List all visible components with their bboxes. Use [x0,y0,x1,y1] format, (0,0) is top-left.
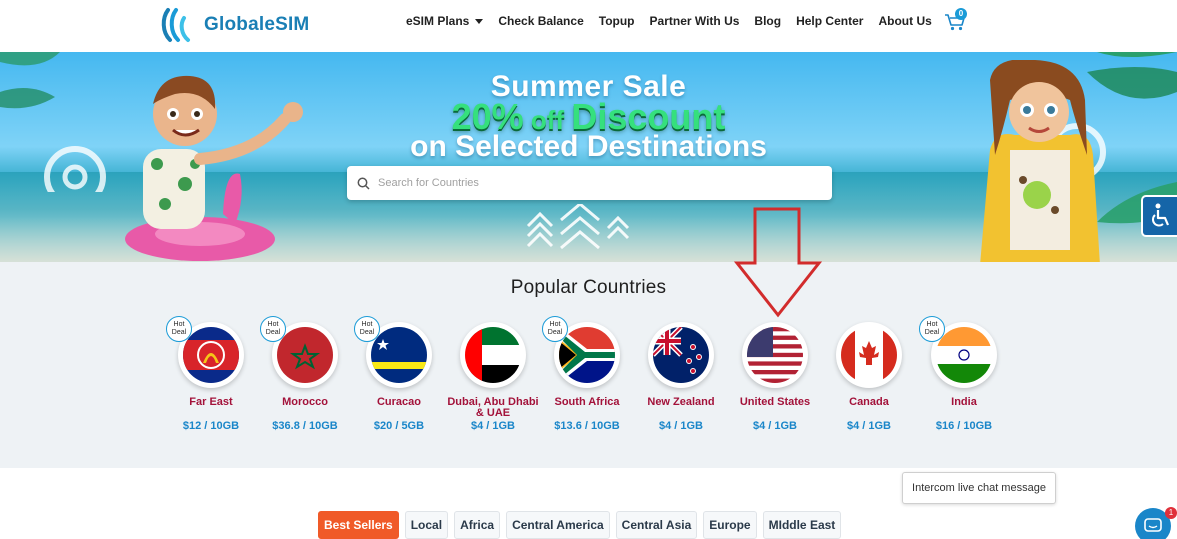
tab-europe[interactable]: Europe [703,511,757,539]
country-name: Canada [849,396,889,408]
country-card-morocco[interactable]: Hot Deal Morocco $36.8 / 10GB [255,316,355,432]
country-card-united-states[interactable]: United States $4 / 1GB [725,322,825,432]
up-arrows-decoration [526,204,630,250]
country-card-south-africa[interactable]: Hot Deal South Africa $13.6 / 10GB [537,316,637,432]
tab-africa[interactable]: Africa [454,511,501,539]
country-price: $36.8 / 10GB [272,420,338,432]
country-card-curacao[interactable]: Hot Deal Curacao $20 / 5GB [349,316,449,432]
hot-deal-badge: Hot Deal [166,316,192,342]
morocco-flag-icon [277,327,333,383]
tab-middle-east[interactable]: MIddle East [762,511,842,539]
wheelchair-icon [1152,203,1170,227]
country-price: $4 / 1GB [846,420,892,432]
site-header: GlobaleSIM eSIM Plans Check Balance Topu… [0,0,1177,52]
hot-deal-badge: Hot Deal [260,316,286,342]
logo-mark-icon [161,8,190,42]
logo-text: GlobaleSIM [204,14,310,35]
popular-countries-section: Popular Countries Hot Deal Far East $12 … [0,262,1177,468]
hot-deal-badge: Hot Deal [919,316,945,342]
caret-down-icon [475,19,484,25]
flag-frame [460,322,526,388]
tab-central-asia[interactable]: Central Asia [615,511,698,539]
uae-flag-icon [465,327,521,383]
logo[interactable]: GlobaleSIM [160,6,309,44]
flag-frame [742,322,808,388]
usa-flag-icon [747,327,803,383]
country-price: $4 / 1GB [752,420,798,432]
country-card-uae[interactable]: Dubai, Abu Dhabi & UAE $4 / 1GB [443,322,543,432]
india-flag-icon [936,327,992,383]
intercom-unread-badge: 1 [1165,507,1177,519]
nav-partner-with-us[interactable]: Partner With Us [650,14,740,28]
red-down-arrow-annotation [733,207,823,318]
tab-best-sellers[interactable]: Best Sellers [318,511,399,539]
popular-countries-title: Popular Countries [510,277,667,298]
flag-frame: Hot Deal [542,316,620,388]
chat-icon [1144,518,1162,532]
country-name: India [951,396,977,408]
page: GlobaleSIM eSIM Plans Check Balance Topu… [0,0,1177,539]
nav-topup[interactable]: Topup [599,14,635,28]
south-africa-flag-icon [559,327,615,383]
asean-flag-icon [183,327,239,383]
country-search [347,166,832,200]
new-zealand-flag-icon [653,327,709,383]
curacao-flag-icon [371,327,427,383]
search-icon [357,177,370,190]
flag-frame: Hot Deal [166,316,244,388]
flag-frame: Hot Deal [260,316,338,388]
country-price: $16 / 10GB [935,420,993,432]
flag-frame: Hot Deal [919,316,997,388]
nav-about-us[interactable]: About Us [878,14,931,28]
country-name: South Africa [554,396,620,408]
nav-help-center[interactable]: Help Center [796,14,863,28]
flag-frame [836,322,902,388]
hero-banner: Summer Sale 20% off Discount on Selected… [0,52,1177,262]
nav-check-balance[interactable]: Check Balance [498,14,583,28]
country-name: Dubai, Abu Dhabi & UAE [447,396,539,419]
country-card-india[interactable]: Hot Deal India $16 / 10GB [914,316,1014,432]
country-name: United States [739,396,811,408]
flag-frame: Hot Deal [354,316,432,388]
nav-blog[interactable]: Blog [754,14,781,28]
tab-central-america[interactable]: Central America [506,511,610,539]
nav-esim-plans-label: eSIM Plans [406,14,470,28]
nav-esim-plans[interactable]: eSIM Plans [406,14,484,28]
country-card-canada[interactable]: Canada $4 / 1GB [819,322,919,432]
country-name: Far East [189,396,233,408]
country-card-new-zealand[interactable]: New Zealand $4 / 1GB [631,322,731,432]
flag-frame [648,322,714,388]
category-tabs: Best Sellers Local Africa Central Americ… [318,511,847,539]
country-price: $4 / 1GB [658,420,704,432]
canada-flag-icon [841,327,897,383]
hot-deal-badge: Hot Deal [542,316,568,342]
tab-local[interactable]: Local [404,511,449,539]
accessibility-button[interactable] [1141,195,1177,237]
country-price: $13.6 / 10GB [554,420,620,432]
country-name: Morocco [282,396,328,408]
country-search-input[interactable] [378,177,818,189]
main-nav: eSIM Plans Check Balance Topup Partner W… [406,14,947,28]
country-name: Curacao [376,396,422,408]
banner-headline-destinations: on Selected Destinations [410,130,767,163]
intercom-chat-tooltip: Intercom live chat message [902,472,1056,504]
hot-deal-badge: Hot Deal [354,316,380,342]
country-name: New Zealand [647,396,715,408]
country-price: $4 / 1GB [470,420,516,432]
country-price: $20 / 5GB [373,420,425,432]
cart-count-badge: 0 [955,8,967,20]
country-card-far-east[interactable]: Hot Deal Far East $12 / 10GB [161,316,261,432]
country-price: $12 / 10GB [182,420,240,432]
